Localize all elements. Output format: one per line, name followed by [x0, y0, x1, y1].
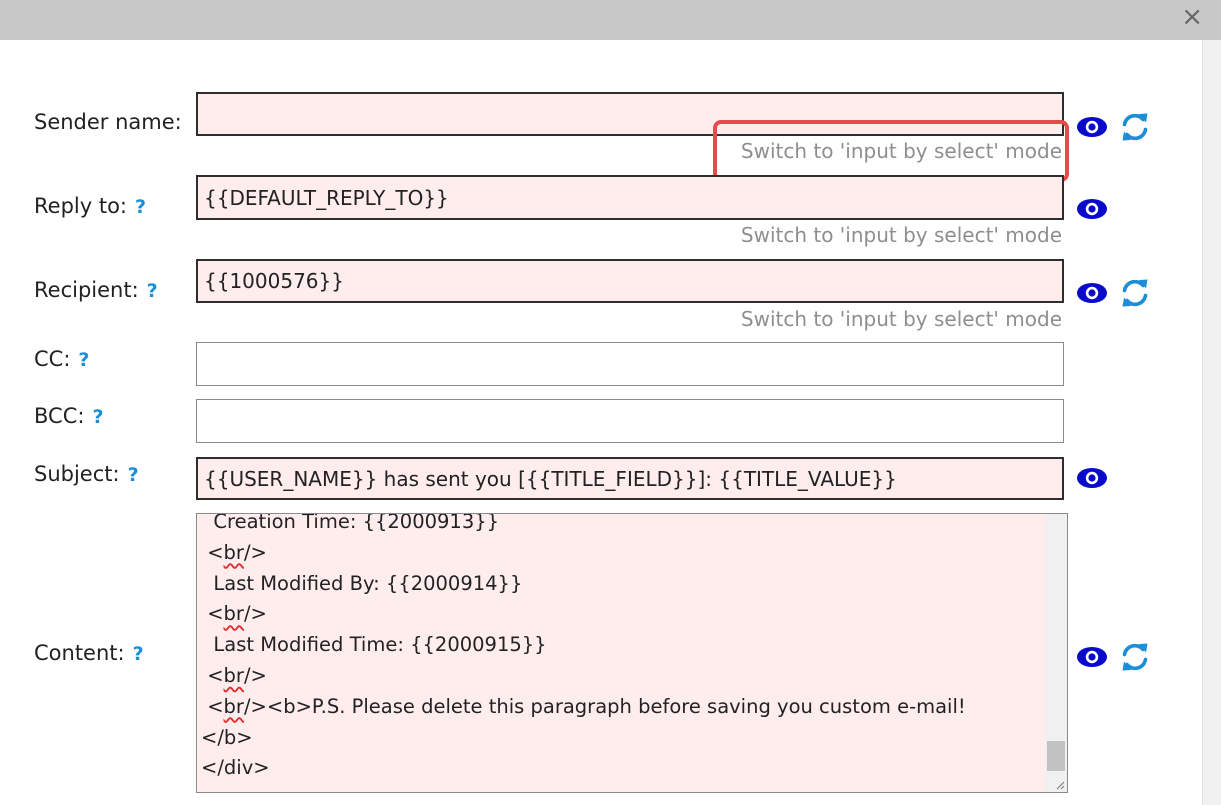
dialog-scrollbar[interactable] — [1202, 40, 1221, 805]
bcc-label: BCC:? — [34, 404, 103, 428]
recipient-switch-mode-link[interactable]: Switch to 'input by select' mode — [741, 307, 1062, 331]
reply-to-help-icon[interactable]: ? — [135, 196, 146, 218]
reply-to-label-text: Reply to: — [34, 194, 127, 218]
close-icon[interactable]: × — [1181, 2, 1203, 32]
eye-icon[interactable] — [1075, 465, 1109, 491]
content-label: Content:? — [34, 641, 144, 665]
eye-icon[interactable] — [1075, 644, 1109, 670]
cc-help-icon[interactable]: ? — [78, 349, 89, 371]
bcc-input[interactable] — [196, 399, 1064, 443]
recipient-label-text: Recipient: — [34, 278, 139, 302]
recipient-label: Recipient:? — [34, 278, 158, 302]
sender-name-label: Sender name: — [34, 110, 182, 134]
eye-icon[interactable] — [1075, 196, 1109, 222]
resize-grip-icon[interactable] — [1055, 780, 1065, 790]
eye-icon[interactable] — [1075, 280, 1109, 306]
content-line: Last Modified Time: {{2000915}} — [201, 633, 547, 657]
content-scrollbar-thumb[interactable] — [1047, 741, 1065, 771]
cc-input[interactable] — [196, 342, 1064, 386]
dialog-titlebar: × — [0, 0, 1221, 40]
subject-label-text: Subject: — [34, 462, 120, 486]
content-textarea[interactable]: Creation Time: {{2000913}} <br/> Last Mo… — [196, 513, 1068, 793]
content-text: Creation Time: {{2000913}} <br/> Last Mo… — [201, 513, 1043, 784]
content-line: </div> — [201, 756, 270, 780]
reply-to-label: Reply to:? — [34, 194, 146, 218]
spellcheck-word: br — [223, 694, 244, 718]
sender-name-input[interactable] — [196, 92, 1064, 136]
content-label-text: Content: — [34, 641, 125, 665]
sender-name-label-text: Sender name: — [34, 110, 182, 134]
recipient-input[interactable] — [196, 259, 1064, 303]
content-help-icon[interactable]: ? — [133, 643, 144, 665]
sync-icon[interactable] — [1120, 642, 1150, 672]
spellcheck-word: br — [223, 663, 244, 687]
spellcheck-word: br — [223, 602, 244, 626]
sync-icon[interactable] — [1120, 112, 1150, 142]
content-line: </b> — [201, 725, 253, 749]
content-scrollbar[interactable] — [1045, 514, 1067, 792]
content-line: <br/><b>P.S. Please delete this paragrap… — [201, 694, 966, 718]
cc-label: CC:? — [34, 347, 89, 371]
content-line: Last Modified By: {{2000914}} — [201, 571, 523, 595]
spellcheck-word: br — [223, 540, 244, 564]
recipient-help-icon[interactable]: ? — [147, 280, 158, 302]
content-line: Creation Time: {{2000913}} — [201, 513, 500, 533]
cc-label-text: CC: — [34, 347, 71, 371]
eye-icon[interactable] — [1075, 114, 1109, 140]
sender-name-switch-mode-link[interactable]: Switch to 'input by select' mode — [741, 139, 1062, 163]
sync-icon[interactable] — [1120, 278, 1150, 308]
bcc-help-icon[interactable]: ? — [92, 406, 103, 428]
subject-label: Subject:? — [34, 462, 139, 486]
subject-input[interactable] — [196, 457, 1064, 500]
reply-to-input[interactable] — [196, 175, 1064, 220]
reply-to-switch-mode-link[interactable]: Switch to 'input by select' mode — [741, 223, 1062, 247]
content-line: <br/> — [201, 540, 267, 564]
bcc-label-text: BCC: — [34, 404, 85, 428]
subject-help-icon[interactable]: ? — [128, 464, 139, 486]
content-line: <br/> — [201, 602, 267, 626]
content-line: <br/> — [201, 663, 267, 687]
